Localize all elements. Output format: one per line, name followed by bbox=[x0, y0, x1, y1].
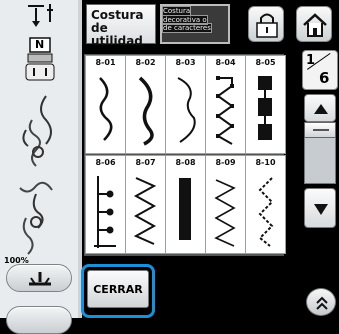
stitch-pattern-grid: 8-01 8-02 8-03 8-04 8-05 8-06 8-07 8-08 … bbox=[84, 54, 286, 256]
dotted-zigzag-stitch-icon bbox=[258, 177, 274, 247]
close-button[interactable]: CERRAR bbox=[87, 270, 149, 308]
lock-button[interactable] bbox=[248, 6, 284, 42]
tab-decorative-stitch[interactable]: Costura decorativa o de caracteres bbox=[160, 4, 230, 44]
page-total: 6 bbox=[319, 69, 330, 87]
pattern-cell-6[interactable]: 8-06 bbox=[85, 155, 126, 254]
dotted-branch-stitch-icon bbox=[94, 176, 116, 248]
grip-icon bbox=[313, 129, 329, 131]
needle-down-icon bbox=[29, 272, 51, 286]
pattern-code: 8-03 bbox=[175, 58, 196, 67]
block-satin-stitch-icon bbox=[258, 76, 272, 140]
double-chevron-up-icon bbox=[316, 296, 328, 310]
presser-foot-indicator: N bbox=[22, 36, 58, 82]
needle-icon bbox=[28, 4, 53, 27]
pattern-code: 8-08 bbox=[175, 158, 196, 167]
pattern-cell-2[interactable]: 8-02 bbox=[125, 55, 166, 154]
satin-bar-stitch-icon bbox=[179, 178, 191, 240]
tab-decorative-label: Costura decorativa o de caracteres bbox=[161, 6, 227, 33]
pattern-cell-8[interactable]: 8-08 bbox=[165, 155, 206, 254]
pattern-code: 8-09 bbox=[215, 158, 236, 167]
needle-position-button[interactable] bbox=[6, 264, 72, 292]
page-counter: 1 6 bbox=[302, 50, 338, 90]
pattern-code: 8-02 bbox=[135, 58, 156, 67]
scroll-up-button[interactable] bbox=[304, 94, 336, 122]
secondary-mode-button[interactable] bbox=[6, 306, 72, 334]
tab-utility-label: Costura de utilidad bbox=[91, 8, 144, 48]
decorative-stitch-preview-icon bbox=[19, 95, 53, 255]
pattern-code: 8-10 bbox=[255, 158, 276, 167]
pattern-code: 8-01 bbox=[95, 58, 116, 67]
pattern-code: 8-07 bbox=[135, 158, 156, 167]
pattern-cell-9[interactable]: 8-09 bbox=[205, 155, 246, 254]
tab-decorative-line-3: de caracteres bbox=[162, 23, 212, 33]
serpentine-stitch-icon bbox=[177, 77, 196, 143]
presser-foot-letter: N bbox=[35, 38, 45, 51]
zigzag-stitch-icon bbox=[133, 177, 157, 245]
tab-decorative-line-2: decorativa o bbox=[162, 14, 208, 25]
lock-icon bbox=[256, 13, 278, 38]
scroll-down-button[interactable] bbox=[304, 188, 336, 228]
square-zigzag-stitch-icon bbox=[216, 76, 234, 145]
pattern-cell-3[interactable]: 8-03 bbox=[165, 55, 206, 154]
triangle-up-icon bbox=[314, 104, 328, 114]
pattern-cell-7[interactable]: 8-07 bbox=[125, 155, 166, 254]
narrow-zigzag-stitch-icon bbox=[214, 179, 236, 247]
scrollbar-thumb[interactable] bbox=[304, 122, 336, 138]
pattern-cell-5[interactable]: 8-05 bbox=[245, 55, 286, 154]
needle-mode-indicator bbox=[0, 0, 78, 36]
home-button[interactable] bbox=[296, 6, 332, 42]
home-icon bbox=[303, 13, 327, 37]
pattern-cell-10[interactable]: 8-10 bbox=[245, 155, 286, 254]
pattern-code: 8-05 bbox=[255, 58, 276, 67]
triangle-down-icon bbox=[314, 204, 328, 215]
expand-button[interactable] bbox=[306, 288, 336, 316]
stitch-preview bbox=[6, 90, 76, 260]
tab-decorative-line-1: Costura bbox=[161, 6, 192, 16]
bold-wave-stitch-icon bbox=[138, 76, 154, 146]
pattern-code: 8-06 bbox=[95, 158, 116, 167]
pattern-cell-1[interactable]: 8-01 bbox=[85, 55, 126, 154]
pattern-code: 8-04 bbox=[215, 58, 236, 67]
pattern-cell-4[interactable]: 8-04 bbox=[205, 55, 246, 154]
tab-utility-stitch[interactable]: Costura de utilidad bbox=[86, 4, 156, 48]
zigzag-wave-stitch-icon bbox=[99, 77, 113, 141]
